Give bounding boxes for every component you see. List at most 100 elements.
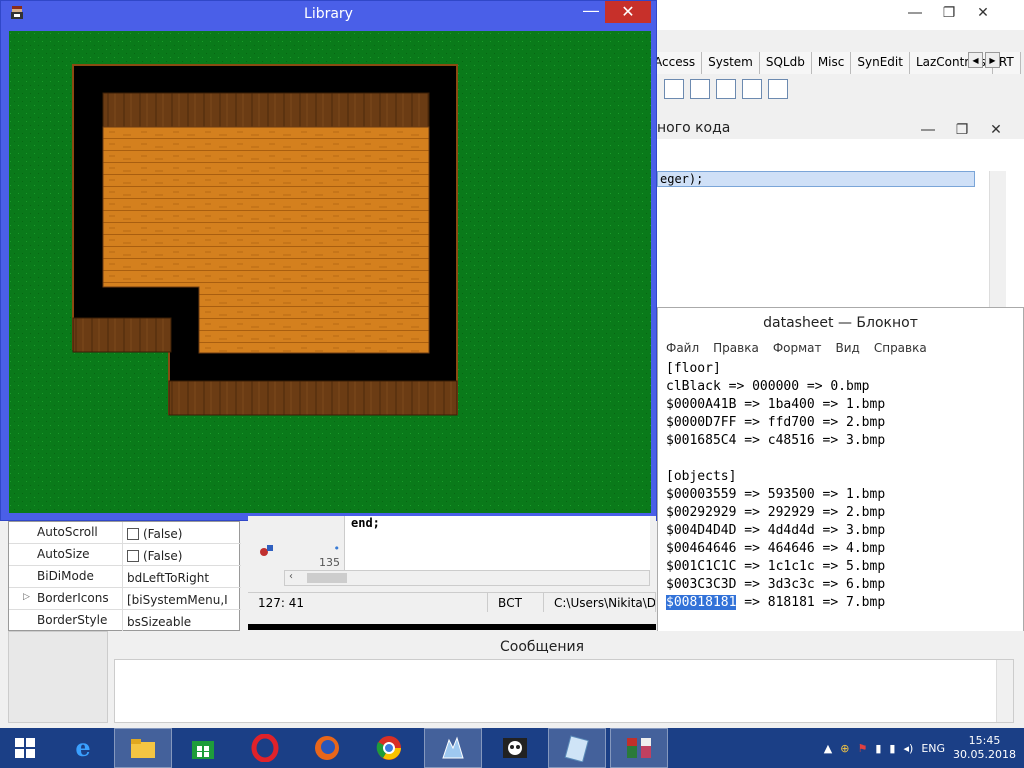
property-value[interactable]: (False) [123, 522, 183, 543]
taskbar-firefox[interactable] [298, 728, 356, 768]
inspector-row[interactable]: BorderIcons [biSystemMenu,I [9, 588, 241, 610]
inspector-row[interactable]: AutoSize (False) [9, 544, 241, 566]
svg-text:e: e [75, 734, 90, 762]
windows-icon [15, 738, 35, 758]
ide-maximize-button[interactable]: ❐ [932, 0, 966, 26]
source-maximize-button[interactable]: ❐ [945, 117, 979, 143]
inspector-row[interactable]: BiDiMode bdLeftToRight [9, 566, 241, 588]
taskbar-kingsoft[interactable] [486, 728, 544, 768]
notepad-line: $00003559 => 593500 => 1.bmp [666, 487, 886, 502]
component-checklistbox-icon[interactable] [664, 79, 684, 99]
component-palette-icons [656, 76, 1024, 106]
notepad-menu-item[interactable]: Правка [713, 341, 759, 357]
notepad-line: [objects] [666, 469, 737, 484]
property-value[interactable]: [biSystemMenu,I [123, 588, 228, 609]
selected-text: $00818181 [666, 595, 737, 610]
property-name: AutoScroll [9, 522, 123, 543]
notepad-line: $0000D7FF => ffd700 => 2.bmp [666, 415, 886, 430]
notepad-line: [floor] [666, 361, 721, 376]
panda-icon [503, 738, 527, 758]
property-name: BiDiMode [9, 566, 123, 587]
notepad-menu-item[interactable]: Вид [836, 341, 860, 357]
inspector-row[interactable]: AutoScroll (False) [9, 522, 241, 544]
notepad-menu: Файл Правка Формат Вид Справка [658, 338, 1023, 360]
taskbar-chrome[interactable] [360, 728, 418, 768]
property-checkbox[interactable] [127, 550, 139, 562]
line-number: 135 [319, 556, 340, 569]
tray-display-icon[interactable]: ▮ [875, 742, 881, 755]
notepad-last-line: $00818181 => 818181 => 7.bmp [666, 595, 886, 610]
opera-icon [251, 734, 279, 762]
taskbar-notepad[interactable] [548, 728, 606, 768]
taskbar-game[interactable] [610, 728, 668, 768]
palette-tab[interactable]: SQLdb [759, 52, 812, 74]
notepad-line: $003C3C3D => 3d3c3c => 6.bmp [666, 577, 886, 592]
editor-hscrollbar[interactable]: ‹ [284, 570, 650, 586]
palette-scroll: ◀ ▶ [968, 52, 1000, 68]
messages-list[interactable] [114, 659, 1014, 723]
taskbar-explorer[interactable] [114, 728, 172, 768]
source-code-line[interactable]: eger); [657, 171, 975, 187]
chrome-icon [376, 736, 401, 760]
palette-tab[interactable]: SynEdit [851, 52, 910, 74]
notepad-line: $00464646 => 464646 => 4.bmp [666, 541, 886, 556]
notepad-menu-item[interactable]: Справка [874, 341, 927, 357]
messages-side-panel [8, 631, 108, 723]
tray-flag-icon[interactable]: ⚑ [857, 742, 867, 755]
tray-language[interactable]: ENG [921, 742, 945, 755]
messages-panel: Сообщения [0, 631, 1024, 729]
expand-arrow-icon[interactable]: ▷ [23, 592, 30, 602]
ide-minimize-button[interactable]: ― [898, 0, 932, 26]
insert-mode: ВСТ [488, 593, 544, 612]
start-button[interactable] [0, 728, 50, 768]
property-value-text: (False) [143, 527, 183, 541]
tray-add-icon[interactable]: ⊕ [840, 742, 849, 755]
property-checkbox[interactable] [127, 528, 139, 540]
inspector-row[interactable]: BorderStyle bsSizeable [9, 610, 241, 632]
component-panel-icon[interactable] [742, 79, 762, 99]
notepad-line: $00292929 => 292929 => 2.bmp [666, 505, 886, 520]
taskbar-store[interactable] [174, 728, 232, 768]
game-minimize-button[interactable]: ― [577, 1, 605, 25]
source-close-button[interactable]: ✕ [979, 117, 1013, 143]
taskbar-lazarus[interactable] [424, 728, 482, 768]
tray-volume-icon[interactable]: ◂) [903, 742, 913, 755]
notepad-menu-item[interactable]: Файл [666, 341, 699, 357]
property-value-text: bsSizeable [127, 615, 192, 629]
taskbar-ie[interactable]: e [54, 728, 112, 768]
cursor-position: 127: 41 [248, 593, 488, 612]
notepad-menu-item[interactable]: Формат [773, 341, 822, 357]
property-value-text: [biSystemMenu,I [127, 593, 228, 607]
debug-icon[interactable] [258, 542, 276, 560]
firefox-icon [315, 736, 339, 760]
palette-left-arrow-icon[interactable]: ◀ [968, 52, 983, 68]
notepad-line: $001685C4 => c48516 => 3.bmp [666, 433, 886, 448]
source-minimize-button[interactable]: ― [911, 117, 945, 143]
property-value[interactable]: bdLeftToRight [123, 566, 209, 587]
property-value-text: bdLeftToRight [127, 571, 210, 585]
notepad-line: clBlack => 000000 => 0.bmp [666, 379, 870, 394]
internet-explorer-icon: e [75, 734, 90, 762]
palette-tab[interactable]: Misc [811, 52, 852, 74]
component-shape-icon[interactable] [716, 79, 736, 99]
tray-network-icon[interactable]: ▮ [889, 742, 895, 755]
property-value[interactable]: bsSizeable [123, 610, 191, 631]
game-close-button[interactable]: ✕ [605, 1, 651, 23]
component-ok-button-icon[interactable] [768, 79, 788, 99]
game-canvas[interactable] [9, 31, 651, 513]
ide-close-button[interactable]: ✕ [966, 0, 1000, 26]
messages-scrollbar[interactable] [996, 660, 1013, 722]
tray-clock[interactable]: 15:45 30.05.2018 [953, 734, 1016, 762]
game-map [9, 31, 651, 513]
editor-code-area[interactable]: end; [344, 516, 650, 576]
component-checklist-icon[interactable] [690, 79, 710, 99]
source-scrollbar[interactable] [989, 171, 1006, 307]
object-inspector: AutoScroll (False) AutoSize (False) BiDiMode… [8, 521, 241, 632]
notepad-text-area[interactable]: [floor] clBlack => 000000 => 0.bmp $0000A4… [666, 360, 1021, 636]
palette-right-arrow-icon[interactable]: ▶ [985, 52, 1000, 68]
palette-tab[interactable]: System [702, 52, 760, 74]
store-icon [192, 741, 214, 759]
taskbar-opera[interactable] [236, 728, 294, 768]
tray-expand-icon[interactable]: ▲ [824, 742, 832, 755]
property-value[interactable]: (False) [123, 544, 183, 565]
